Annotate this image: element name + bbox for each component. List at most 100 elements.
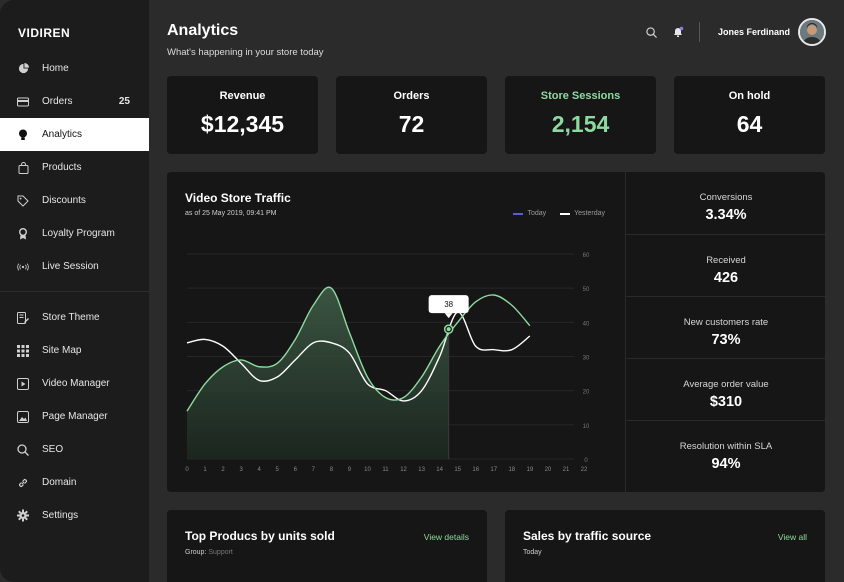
kpi-label: Conversions — [699, 192, 753, 203]
x-tick-label: 10 — [364, 467, 371, 473]
sidebar-item-domain[interactable]: Domain — [0, 466, 149, 499]
kpi-label: Average order value — [683, 379, 769, 390]
sidebar-item-label: Home — [42, 63, 69, 74]
sidebar-item-live-session[interactable]: Live Session — [0, 250, 149, 283]
traffic-chart-area: Video Store Traffic as of 25 May 2019, 0… — [167, 172, 625, 492]
search-icon[interactable] — [645, 25, 659, 39]
x-tick-label: 14 — [436, 467, 443, 473]
chart-tooltip: 38 — [428, 295, 469, 319]
card-title: Sales by traffic source — [523, 529, 652, 543]
sidebar-item-label: Video Manager — [42, 378, 110, 389]
stat-label: Store Sessions — [540, 90, 621, 102]
sidebar-item-label: Settings — [42, 510, 79, 521]
kpi-new-customers-rate: New customers rate 73% — [626, 296, 825, 358]
edit-doc-icon — [17, 311, 29, 324]
app-window: VIDIREN Home Orders 25 Analytics Product… — [0, 0, 844, 582]
sidebar-item-label: Live Session — [42, 261, 99, 272]
x-tick-label: 9 — [348, 467, 352, 473]
traffic-line-chart[interactable]: 01020304050600 1 2 3 4 5 6 7 8 9 10 11 12 13 14 15 16 17 1… — [167, 172, 625, 492]
stat-value: $12,345 — [200, 111, 285, 137]
main-content: Analytics What's happening in your store… — [149, 0, 844, 582]
sidebar-divider — [0, 291, 149, 292]
sales-by-traffic-card: Sales by traffic source Today View all — [505, 510, 825, 582]
sidebar-item-analytics[interactable]: Analytics — [0, 118, 149, 151]
kpi-label: Received — [706, 255, 746, 266]
sidebar-item-settings[interactable]: Settings — [0, 499, 149, 532]
kpi-resolution-within-sla: Resolution within SLA 94% — [626, 420, 825, 482]
bag-icon — [17, 161, 29, 174]
sidebar-item-products[interactable]: Products — [0, 151, 149, 184]
x-tick-label: 21 — [563, 467, 570, 473]
card-subtitle: Group: Support — [185, 549, 233, 556]
x-tick-label: 18 — [508, 467, 515, 473]
sidebar-item-store-theme[interactable]: Store Theme — [0, 301, 149, 334]
kpi-value: 426 — [713, 270, 739, 286]
x-tick-label: 0 — [185, 467, 189, 473]
avatar[interactable] — [798, 18, 826, 46]
pie-chart-icon — [17, 63, 29, 75]
traffic-panel: Video Store Traffic as of 25 May 2019, 0… — [167, 172, 825, 492]
header-divider — [698, 22, 700, 42]
kpi-received: Received 426 — [626, 234, 825, 296]
sidebar-item-label: Domain — [42, 477, 77, 488]
sidebar-item-discounts[interactable]: Discounts — [0, 184, 149, 217]
sidebar-item-home[interactable]: Home — [0, 52, 149, 85]
sidebar-item-label: Discounts — [42, 195, 86, 206]
stat-value: 64 — [736, 111, 763, 137]
sidebar-item-video-manager[interactable]: Video Manager — [0, 367, 149, 400]
grid-icon — [17, 344, 29, 357]
x-tick-label: 7 — [312, 467, 316, 473]
header-actions: Jones Ferdinand — [633, 17, 826, 47]
sidebar-item-label: Store Theme — [42, 312, 100, 323]
play-icon — [17, 377, 29, 390]
image-icon — [17, 410, 29, 423]
view-details-link[interactable]: View details — [424, 532, 469, 542]
y-tick-label: 30 — [583, 356, 590, 362]
card-icon — [17, 96, 29, 108]
y-tick-label: 60 — [583, 253, 590, 259]
bell-icon[interactable] — [671, 25, 685, 39]
x-tick-label: 6 — [294, 467, 298, 473]
x-tick-label: 1 — [203, 467, 207, 473]
brand-logo: VIDIREN — [18, 26, 71, 40]
y-tick-label: 0 — [584, 458, 588, 464]
sidebar-item-seo[interactable]: SEO — [0, 433, 149, 466]
x-tick-label: 19 — [527, 467, 534, 473]
page-subtitle: What's happening in your store today — [167, 47, 324, 58]
kpi-average-order-value: Average order value $310 — [626, 358, 825, 420]
x-tick-label: 17 — [490, 467, 497, 473]
stat-value: 72 — [398, 111, 425, 137]
x-tick-label: 3 — [239, 467, 243, 473]
x-tick-label: 8 — [330, 467, 334, 473]
view-all-link[interactable]: View all — [778, 532, 807, 542]
page-title: Analytics — [167, 22, 239, 39]
top-products-card: Top Producs by units sold Group: Support… — [167, 510, 487, 582]
kpi-label: Resolution within SLA — [679, 441, 773, 452]
stat-card-orders: Orders 72 — [336, 76, 487, 154]
sidebar-item-label: Orders — [42, 96, 73, 107]
badge-icon — [17, 227, 29, 240]
y-tick-label: 10 — [583, 424, 590, 430]
x-tick-label: 22 — [581, 467, 588, 473]
kpi-value: 94% — [711, 456, 741, 472]
stat-card-revenue: Revenue $12,345 — [167, 76, 318, 154]
orders-count-badge: 25 — [118, 96, 130, 107]
highlight-point-core — [446, 327, 451, 332]
sidebar-item-label: Products — [42, 162, 82, 173]
y-tick-label: 20 — [583, 390, 590, 396]
x-tick-label: 5 — [276, 467, 280, 473]
stat-label: On hold — [728, 90, 771, 102]
card-subtitle: Today — [523, 549, 542, 556]
card-title: Top Producs by units sold — [185, 529, 335, 543]
user-name[interactable]: Jones Ferdinand — [718, 27, 790, 37]
sidebar-item-orders[interactable]: Orders 25 — [0, 85, 149, 118]
stat-label: Revenue — [219, 90, 266, 102]
link-icon — [17, 477, 29, 489]
gear-icon — [17, 509, 29, 522]
sidebar-item-loyalty-program[interactable]: Loyalty Program — [0, 217, 149, 250]
search-icon — [17, 443, 29, 456]
sidebar-item-page-manager[interactable]: Page Manager — [0, 400, 149, 433]
kpi-conversions: Conversions 3.34% — [626, 172, 825, 234]
sidebar-item-site-map[interactable]: Site Map — [0, 334, 149, 367]
group-value[interactable]: Support — [208, 549, 233, 556]
